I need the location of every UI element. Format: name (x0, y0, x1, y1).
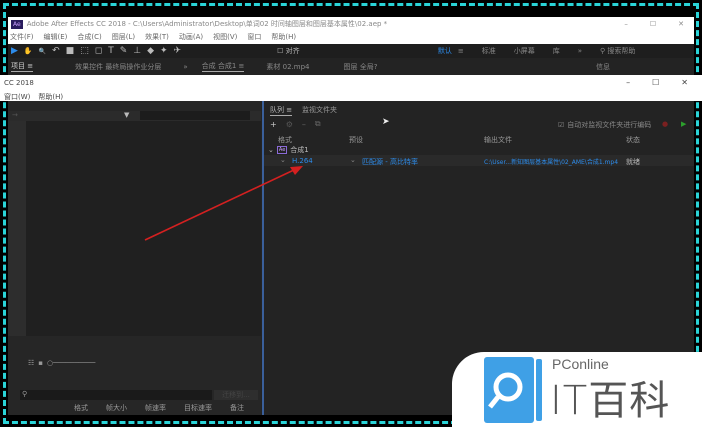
mouse-cursor-icon: ➤ (382, 117, 390, 127)
it-baike-text: IT百科 (550, 378, 671, 424)
pconline-watermark: PConline IT百科 (452, 352, 702, 427)
arrow-line (144, 168, 297, 241)
pconline-logo-icon (484, 357, 542, 423)
